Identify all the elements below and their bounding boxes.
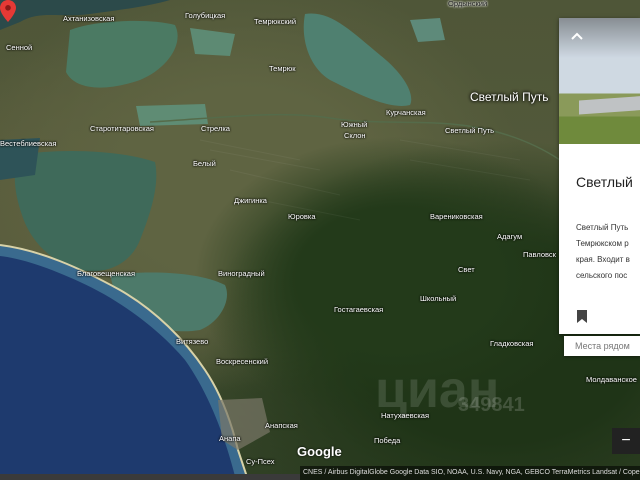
place-label: Темрюкский <box>254 17 297 26</box>
satellite-map[interactable]: Ордынский Ахтанизовская Голубицкая Темрю… <box>0 0 640 480</box>
place-label: Воскресенский <box>216 357 269 366</box>
place-label: Сенной <box>6 43 33 52</box>
place-label: Курчанская <box>386 108 426 117</box>
place-label: Анапа <box>219 434 241 443</box>
place-label: Светлый Путь <box>445 126 495 135</box>
photo-road <box>579 95 640 115</box>
place-label: Школьный <box>420 294 457 303</box>
place-label: Гладковская <box>490 339 534 348</box>
place-label: Старотитаровская <box>90 124 154 133</box>
place-label: Гостагаевская <box>334 305 384 314</box>
bottom-strip <box>0 474 300 480</box>
place-label: Молдаванское <box>586 375 637 384</box>
place-photo[interactable] <box>559 18 640 144</box>
place-label: Свет <box>458 265 475 274</box>
place-label: Вестеблиевская <box>0 139 57 148</box>
place-label: Склон <box>344 131 366 140</box>
place-label: Голубицкая <box>185 11 226 20</box>
selected-place-label: Светлый Путь <box>470 90 549 104</box>
place-description: Светлый Путь Темрюкском р края. Входит в… <box>576 220 640 284</box>
place-label: Белый <box>193 159 216 168</box>
description-line: сельского пос <box>576 271 628 280</box>
place-label: Благовещенская <box>77 269 136 278</box>
map-attribution: CNES / Airbus DigitalGlobe Google Data S… <box>300 466 640 480</box>
zoom-out-button[interactable]: − <box>612 428 640 454</box>
place-label: Стрелка <box>201 124 230 133</box>
place-label: Адагум <box>497 232 523 241</box>
lagoon-small-2 <box>136 104 208 126</box>
lagoon-north-2 <box>190 28 235 56</box>
lagoon-small-ne <box>410 18 445 42</box>
lagoon-temryuk <box>303 13 412 106</box>
place-title: Светлый <box>576 174 633 190</box>
place-label: Анапская <box>265 421 298 430</box>
description-line: края. Входит в <box>576 255 630 264</box>
place-label: Су-Псех <box>246 457 275 466</box>
place-label: Юровка <box>288 212 316 221</box>
description-line: Светлый Путь <box>576 223 629 232</box>
google-logo: Google <box>297 444 342 459</box>
place-label: Виноградный <box>218 269 265 278</box>
watermark-number: 349841 <box>458 394 525 416</box>
description-line: Темрюкском р <box>576 239 629 248</box>
place-label: Победа <box>374 436 401 445</box>
bookmark-icon[interactable] <box>577 310 587 323</box>
place-label: Варениковская <box>430 212 483 221</box>
place-info-panel: Светлый Светлый Путь Темрюкском р края. … <box>559 18 640 334</box>
place-label: Павловск <box>523 250 556 259</box>
lagoon-north-1 <box>66 20 178 88</box>
place-label: Ордынский <box>448 0 488 8</box>
fields-texture <box>199 139 531 221</box>
chevron-up-icon[interactable] <box>571 30 583 42</box>
map-pin-icon[interactable] <box>0 0 16 22</box>
terrain-layer <box>0 0 561 480</box>
place-label: Южный <box>341 120 368 129</box>
place-label: Темрюк <box>269 64 296 73</box>
place-label: Витязево <box>176 337 209 346</box>
place-label: Ахтанизовская <box>63 14 115 23</box>
nearby-search-input[interactable]: Места рядом <box>564 336 640 356</box>
place-label: Джигинка <box>234 196 267 205</box>
